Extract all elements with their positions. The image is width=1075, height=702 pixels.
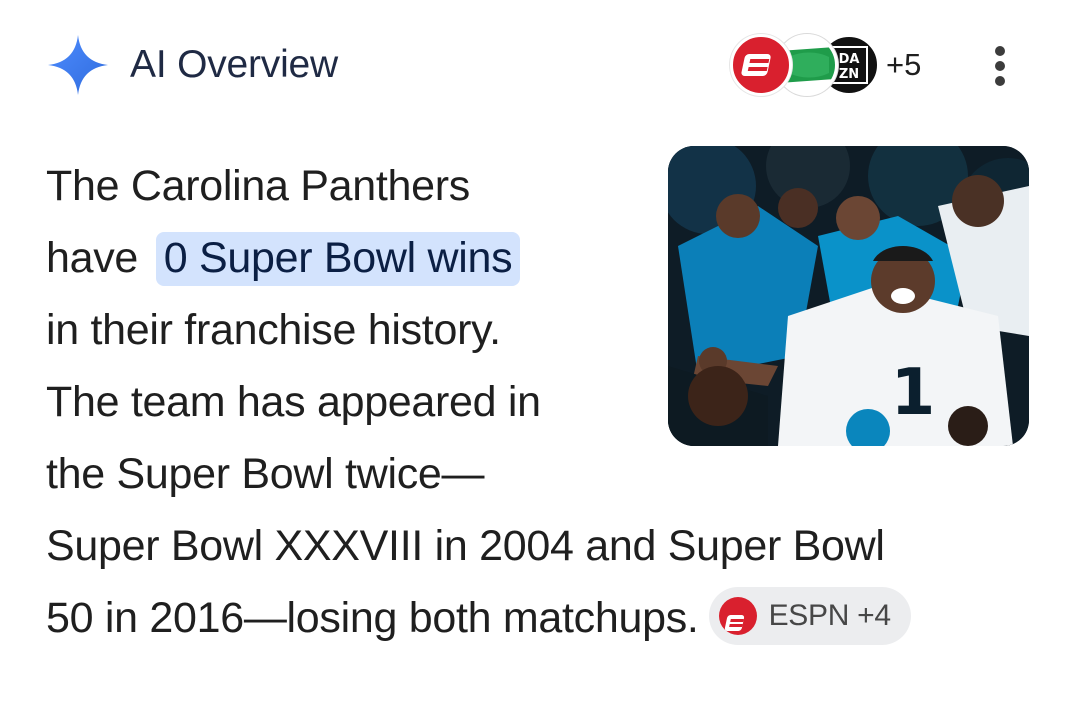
ai-overview-title: AI Overview [130,43,339,86]
answer-line: Super Bowl XXXVIII in 2004 and Super Bow… [46,522,885,570]
answer-line-text: 50 in 2016—losing both matchups. [46,594,699,642]
citation-chip[interactable]: ESPN +4 [708,586,911,645]
svg-text:ZN: ZN [839,67,859,82]
panthers-celebration-image[interactable]: 1 [668,146,1029,446]
citation-source: ESPN [768,598,850,632]
espn-logo-icon [718,596,757,635]
ai-overview-header: AI Overview DA ZN +5 [0,0,1075,130]
answer-line: the Super Bowl twice— [46,450,485,498]
answer-line: 50 in 2016—losing both matchups. ESPN +4 [46,582,1006,654]
svg-text:DA: DA [839,52,860,67]
espn-logo-icon[interactable] [730,34,792,96]
answer-line-prefix: have [46,234,139,282]
citation-extra: +4 [857,598,891,632]
svg-text:1: 1 [891,356,936,430]
more-vert-icon[interactable] [990,46,1010,88]
gemini-sparkle-icon [48,35,108,95]
more-sources-count[interactable]: +5 [886,48,921,82]
highlighted-answer[interactable]: 0 Super Bowl wins [155,232,521,286]
